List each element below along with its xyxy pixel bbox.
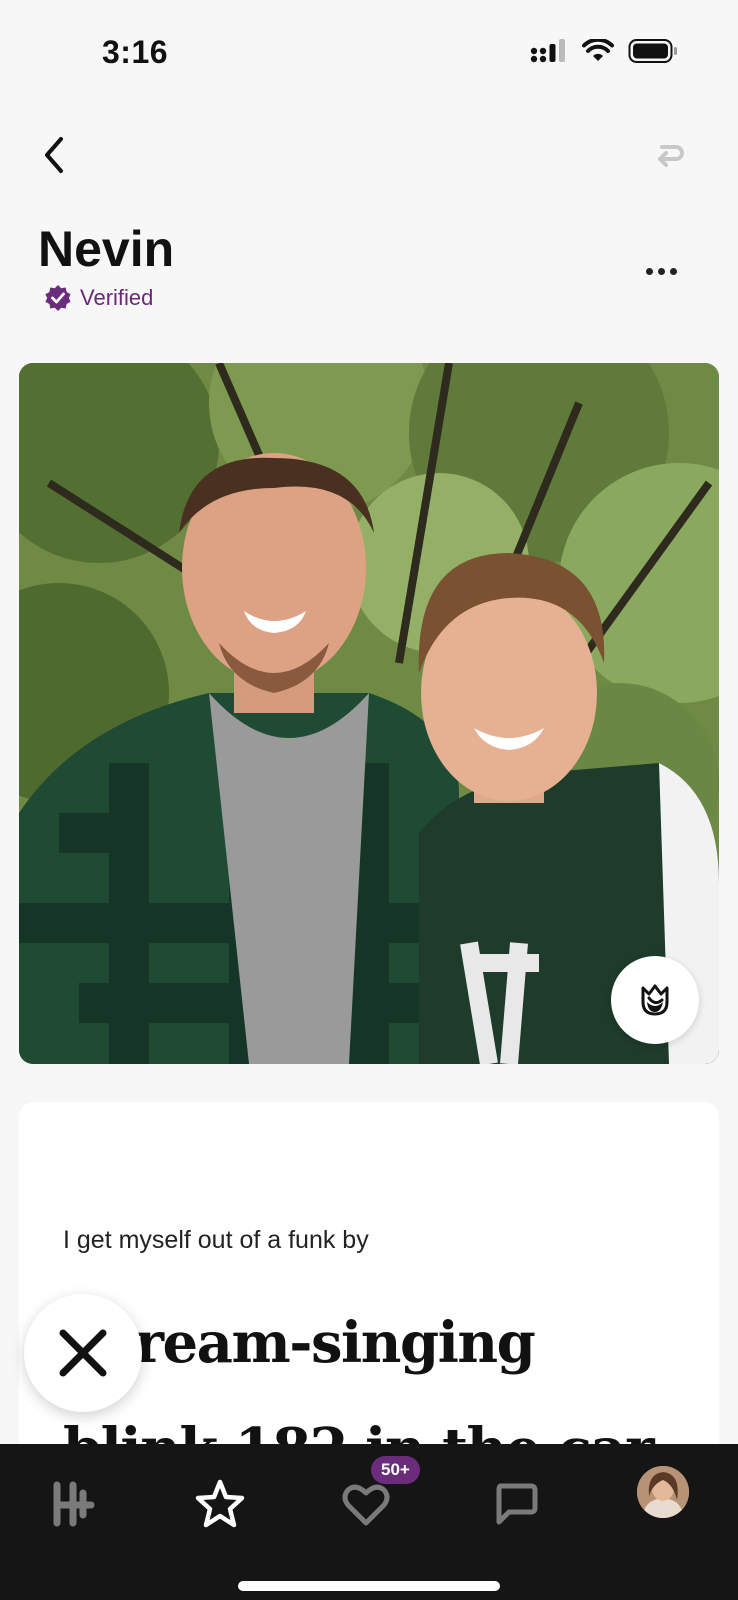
rose-icon <box>641 984 669 1016</box>
wifi-icon <box>582 37 614 68</box>
back-button[interactable] <box>34 130 74 180</box>
send-rose-button[interactable] <box>611 956 699 1044</box>
standouts-star-icon <box>195 1479 245 1528</box>
undo-arrow-icon <box>658 145 684 167</box>
more-options-button[interactable] <box>636 256 686 286</box>
tab-standouts[interactable] <box>188 1472 252 1536</box>
photo-illustration <box>19 363 719 1064</box>
tab-bar: 50+ <box>0 1444 738 1600</box>
home-indicator <box>238 1581 500 1591</box>
verified-check-icon <box>45 285 71 311</box>
likes-heart-icon <box>342 1484 390 1526</box>
verified-label: Verified <box>80 285 154 310</box>
likes-count-badge: 50+ <box>371 1456 420 1484</box>
status-icons <box>530 37 678 69</box>
skip-button[interactable] <box>24 1294 142 1412</box>
more-dot-icon <box>645 267 653 275</box>
home-logo-icon <box>53 1481 95 1527</box>
more-dot-icon <box>657 267 665 275</box>
nav-row <box>0 120 738 190</box>
avatar-icon <box>637 1466 689 1518</box>
tab-profile-avatar[interactable] <box>637 1466 689 1518</box>
verified-badge: Verified <box>44 284 153 312</box>
matches-chat-icon <box>496 1483 538 1525</box>
status-time: 3:16 <box>102 34 169 70</box>
status-bar: 3:16 <box>0 0 738 110</box>
more-dot-icon <box>669 267 677 275</box>
battery-icon <box>628 38 678 69</box>
signal-icon <box>530 38 568 69</box>
prompt-question: I get myself out of a funk by <box>63 1226 369 1254</box>
tab-home[interactable] <box>42 1472 106 1536</box>
profile-name: Nevin <box>38 221 175 277</box>
chevron-left-icon <box>45 137 63 173</box>
tab-matches[interactable] <box>484 1472 548 1536</box>
close-icon <box>59 1329 107 1377</box>
profile-photo[interactable] <box>19 363 719 1064</box>
undo-button[interactable] <box>646 130 690 180</box>
